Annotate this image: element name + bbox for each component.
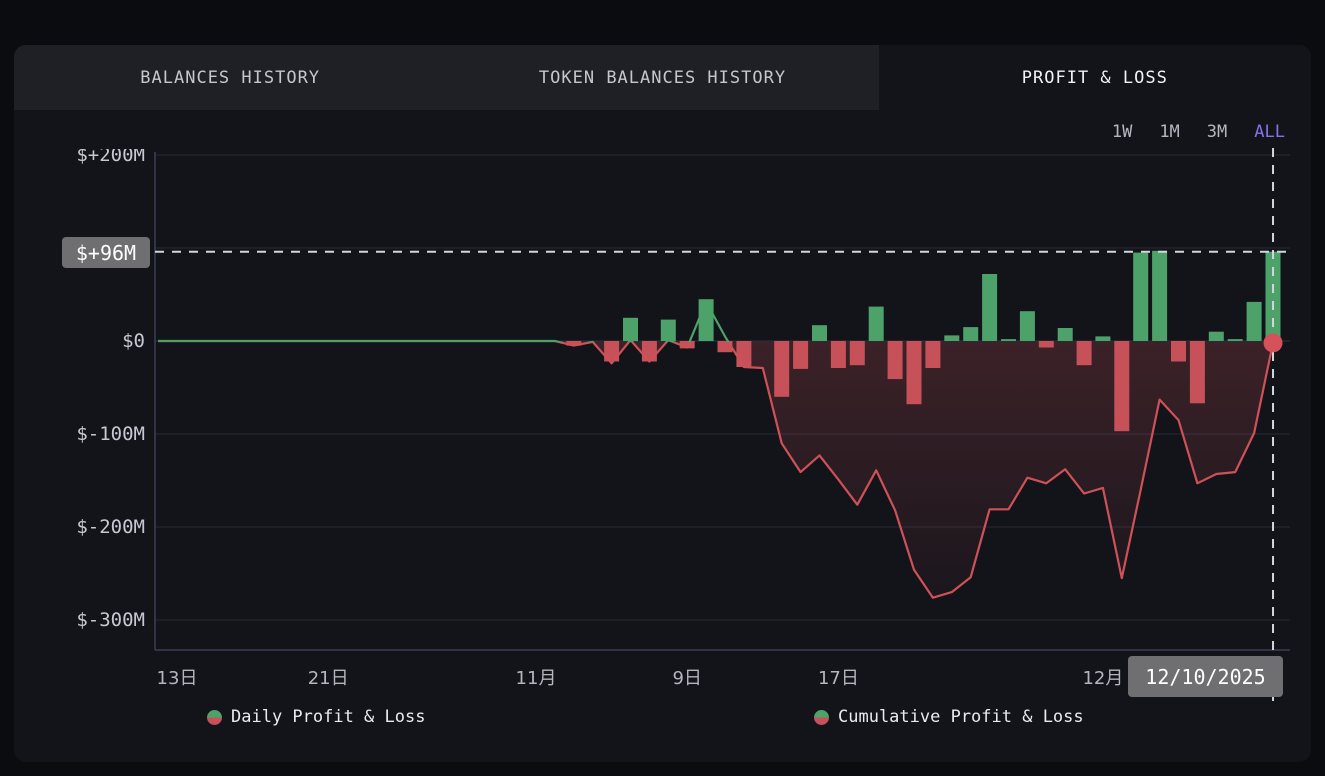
x-axis-tick-label: 12月 <box>1082 666 1123 692</box>
x-axis-tick-label: 13日 <box>157 666 198 692</box>
x-axis-tick-label: 11月 <box>516 666 557 692</box>
profit-loss-chart-canvas[interactable] <box>14 45 1311 762</box>
legend-cumulative-pnl: Cumulative Profit & Loss <box>814 707 1084 727</box>
legend-daily-pnl-label: Daily Profit & Loss <box>231 707 425 727</box>
legend-cumulative-pnl-label: Cumulative Profit & Loss <box>838 707 1084 727</box>
legend-daily-pnl: Daily Profit & Loss <box>207 707 425 727</box>
x-axis-tick-label: 21日 <box>308 666 349 692</box>
x-axis-tick-label: 17日 <box>818 666 859 692</box>
crosshair-value-badge: $+96M <box>62 237 150 268</box>
cumulative-pnl-legend-dot-icon <box>814 710 829 725</box>
x-axis-tick-label: 9日 <box>672 666 701 692</box>
profit-loss-panel: BALANCES HISTORY TOKEN BALANCES HISTORY … <box>14 45 1311 762</box>
daily-pnl-legend-dot-icon <box>207 710 222 725</box>
crosshair-date-badge: 12/10/2025 <box>1128 656 1283 697</box>
